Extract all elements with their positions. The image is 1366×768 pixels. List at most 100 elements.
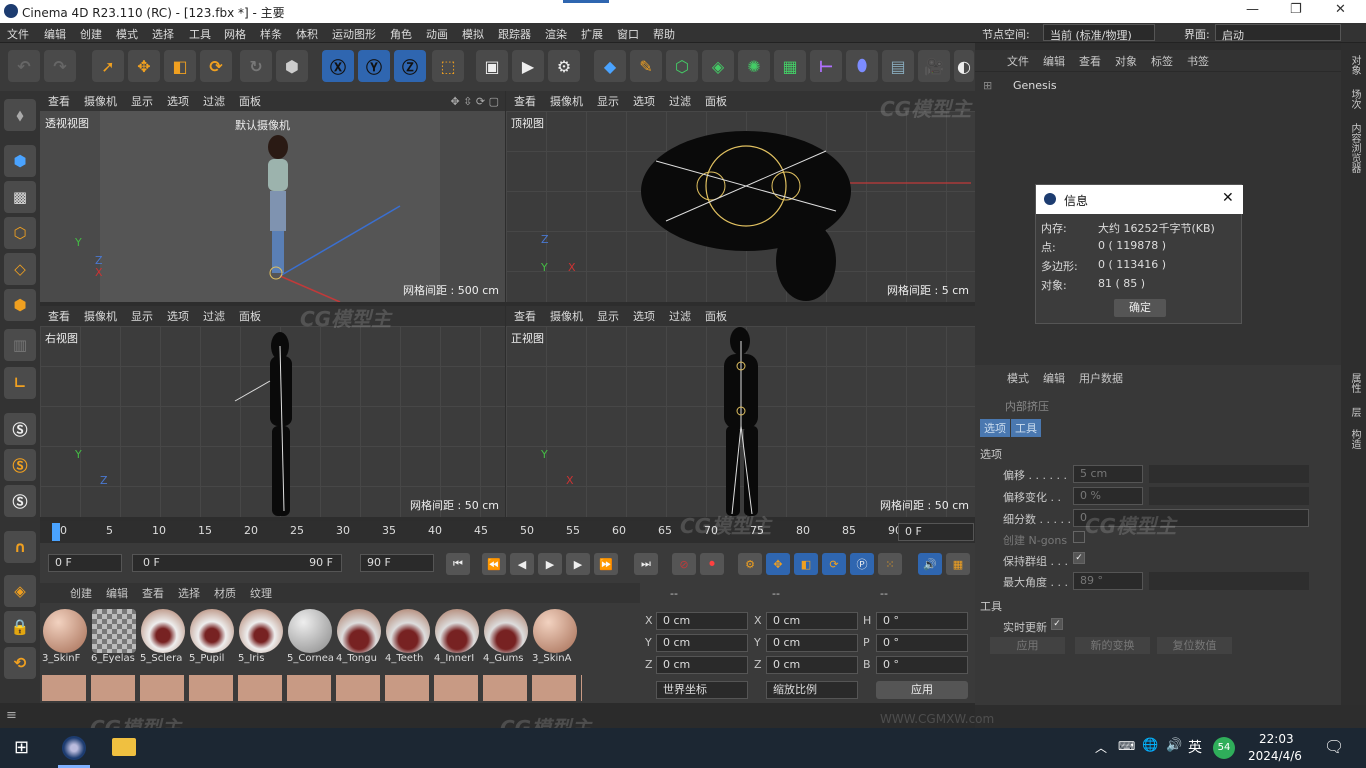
mat-menu-texture[interactable]: 纹理 bbox=[250, 585, 272, 601]
vp-menu-view[interactable]: 查看 bbox=[48, 93, 70, 109]
vp-menu-filter[interactable]: 过滤 bbox=[203, 308, 225, 324]
menu-extensions[interactable]: 扩展 bbox=[581, 26, 603, 42]
vp-menu-panel[interactable]: 面板 bbox=[705, 308, 727, 324]
ngons-checkbox[interactable] bbox=[1073, 531, 1085, 543]
vp-menu-panel[interactable]: 面板 bbox=[705, 93, 727, 109]
max-angle-field[interactable]: 89 ° bbox=[1073, 572, 1143, 590]
dialog-close-icon[interactable]: ✕ bbox=[1222, 190, 1234, 206]
menu-file[interactable]: 文件 bbox=[7, 26, 29, 42]
file-explorer-icon[interactable] bbox=[112, 738, 136, 756]
volume-icon[interactable]: 🔊 bbox=[1166, 738, 1182, 753]
material-swatch[interactable]: 5_Iris bbox=[238, 609, 284, 669]
vp-menu-camera[interactable]: 摄像机 bbox=[550, 93, 583, 109]
go-to-start-icon[interactable]: ⏮ bbox=[446, 553, 470, 575]
end-frame-field[interactable]: 90 F bbox=[360, 554, 434, 572]
max-angle-slider[interactable] bbox=[1149, 572, 1309, 590]
menu-window[interactable]: 窗口 bbox=[617, 26, 639, 42]
current-frame-field[interactable]: 0 F bbox=[48, 554, 122, 572]
clock-date[interactable]: 2024/4/6 bbox=[1248, 749, 1302, 763]
notification-icon[interactable]: 🗨 bbox=[1324, 737, 1344, 756]
coord-sy-field[interactable]: 0 cm bbox=[766, 634, 858, 652]
vp-menu-view[interactable]: 查看 bbox=[48, 308, 70, 324]
viewport-top[interactable]: 顶视图 Z Y X 网格间距 : 5 cm bbox=[506, 111, 975, 302]
vp-menu-view[interactable]: 查看 bbox=[514, 308, 536, 324]
lock-y-icon[interactable]: Ⓨ bbox=[358, 50, 390, 82]
layout-dropdown[interactable]: 启动 bbox=[1215, 24, 1341, 42]
polygons-mode-icon[interactable]: ⬢ bbox=[4, 289, 36, 321]
keyframe-selection-icon[interactable]: ⚙ bbox=[738, 553, 762, 575]
obj-menu-tag[interactable]: 标签 bbox=[1151, 53, 1173, 69]
material-swatch[interactable]: 3_SkinF bbox=[42, 609, 88, 669]
reset-values-button[interactable]: 复位数值 bbox=[1157, 637, 1232, 654]
apply-button[interactable]: 应用 bbox=[876, 681, 968, 699]
vp-menu-camera[interactable]: 摄像机 bbox=[550, 308, 583, 324]
obj-menu-edit[interactable]: 编辑 bbox=[1043, 53, 1065, 69]
scale-dropdown[interactable]: 缩放比例 bbox=[766, 681, 858, 699]
menu-spline[interactable]: 样条 bbox=[260, 26, 282, 42]
material-row-2[interactable] bbox=[42, 675, 582, 701]
coord-b-field[interactable]: 0 ° bbox=[876, 656, 968, 674]
material-swatch[interactable]: 4_InnerI bbox=[434, 609, 480, 669]
vp-menu-options[interactable]: 选项 bbox=[167, 93, 189, 109]
workplane-icon[interactable]: ◈ bbox=[4, 575, 36, 607]
vp-menu-display[interactable]: 显示 bbox=[131, 93, 153, 109]
hamburger-icon[interactable]: ≡ bbox=[6, 708, 17, 723]
attr-menu-edit[interactable]: 编辑 bbox=[1043, 370, 1065, 386]
menu-render[interactable]: 渲染 bbox=[545, 26, 567, 42]
obj-menu-bookmark[interactable]: 书签 bbox=[1187, 53, 1209, 69]
play-icon[interactable]: ▶ bbox=[538, 553, 562, 575]
material-swatch[interactable]: 5_Pupil bbox=[189, 609, 235, 669]
minimize-icon[interactable]: — bbox=[1246, 2, 1259, 17]
menu-simulate[interactable]: 模拟 bbox=[462, 26, 484, 42]
menu-animate[interactable]: 动画 bbox=[426, 26, 448, 42]
ok-button[interactable]: 确定 bbox=[1114, 299, 1166, 317]
coord-h-field[interactable]: 0 ° bbox=[876, 612, 968, 630]
record-active-icon[interactable]: ⊘ bbox=[672, 553, 696, 575]
badge-count[interactable]: 54 bbox=[1213, 737, 1235, 759]
tab-attributes[interactable]: 属性 bbox=[1347, 373, 1362, 393]
frame-range-slider[interactable]: 0 F 90 F bbox=[132, 554, 342, 572]
tab-tool[interactable]: 工具 bbox=[1011, 419, 1041, 437]
preserve-groups-checkbox[interactable]: ✓ bbox=[1073, 552, 1085, 564]
vp-menu-filter[interactable]: 过滤 bbox=[669, 308, 691, 324]
viewport-right[interactable]: 右视图 Y Z 网格间距 : 50 cm bbox=[40, 326, 505, 517]
offset-slider[interactable] bbox=[1149, 465, 1309, 483]
next-frame-icon[interactable]: ▶ bbox=[566, 553, 590, 575]
texture-mode-icon[interactable]: ▩ bbox=[4, 181, 36, 213]
close-icon[interactable]: ✕ bbox=[1335, 2, 1346, 17]
tab-takes[interactable]: 场次 bbox=[1347, 89, 1362, 109]
expand-icon[interactable]: ⊞ bbox=[983, 79, 992, 92]
edges-mode-icon[interactable]: ◇ bbox=[4, 253, 36, 285]
offset-variation-field[interactable]: 0 % bbox=[1073, 487, 1143, 505]
clock-time[interactable]: 22:03 bbox=[1259, 732, 1294, 746]
tab-layers[interactable]: 层 bbox=[1347, 407, 1362, 417]
deformer-icon[interactable]: ⊢ bbox=[810, 50, 842, 82]
object-genesis[interactable]: Genesis bbox=[1013, 79, 1057, 92]
next-key-icon[interactable]: ⏩ bbox=[594, 553, 618, 575]
key-position-icon[interactable]: ✥ bbox=[766, 553, 790, 575]
material-swatch[interactable]: 6_Eyelas bbox=[91, 609, 137, 669]
snap-icon[interactable]: Ⓢ bbox=[4, 413, 36, 445]
node-space-dropdown[interactable]: 当前 (标准/物理) bbox=[1043, 24, 1155, 42]
timeline-frame-field[interactable]: 0 F bbox=[898, 523, 974, 541]
points-mode-icon[interactable]: ⬡ bbox=[4, 217, 36, 249]
vp-menu-camera[interactable]: 摄像机 bbox=[84, 93, 117, 109]
mat-menu-create[interactable]: 创建 bbox=[70, 585, 92, 601]
offset-variation-slider[interactable] bbox=[1149, 487, 1309, 505]
vp-menu-display[interactable]: 显示 bbox=[131, 308, 153, 324]
planar-workplane-icon[interactable]: ⟲ bbox=[4, 647, 36, 679]
viewport-nav-icon[interactable]: ✥ ⇳ ⟳ ▢ bbox=[450, 95, 499, 108]
magnet-icon[interactable]: ∩ bbox=[4, 531, 36, 563]
vp-menu-filter[interactable]: 过滤 bbox=[203, 93, 225, 109]
floor-icon[interactable]: ▤ bbox=[882, 50, 914, 82]
scale-icon[interactable]: ◧ bbox=[164, 50, 196, 82]
apply-tool-button[interactable]: 应用 bbox=[990, 637, 1065, 654]
camera-icon[interactable]: 🎥 bbox=[918, 50, 950, 82]
timeline-ruler[interactable]: 0 5 10 15 20 25 30 35 40 45 50 55 60 65 70 75 80 85 90 0 F bbox=[40, 521, 975, 543]
render-picture-icon[interactable]: ▶ bbox=[512, 50, 544, 82]
snap-settings-icon[interactable]: Ⓢ bbox=[4, 449, 36, 481]
model-mode-icon[interactable]: ⬢ bbox=[4, 145, 36, 177]
attr-menu-userdata[interactable]: 用户数据 bbox=[1079, 370, 1123, 386]
coord-pz-field[interactable]: 0 cm bbox=[656, 656, 748, 674]
subdivision-icon[interactable]: ⬡ bbox=[666, 50, 698, 82]
